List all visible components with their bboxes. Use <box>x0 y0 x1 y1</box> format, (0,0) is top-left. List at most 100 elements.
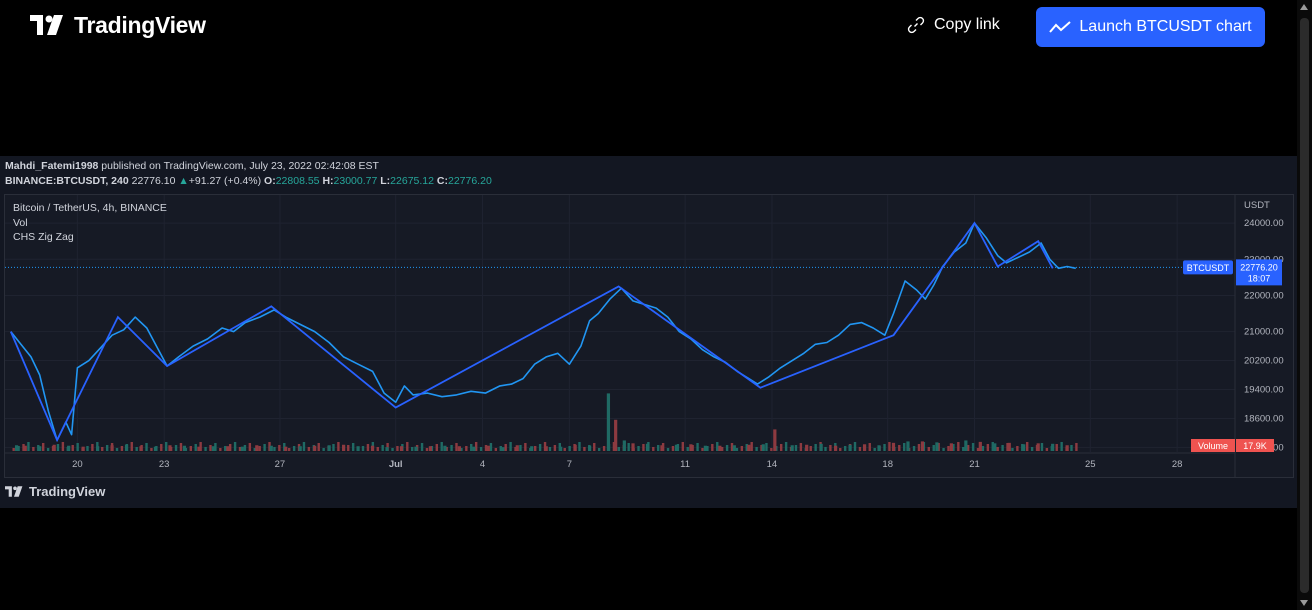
volume-bar-down <box>862 444 867 451</box>
volume-bar <box>76 443 79 451</box>
volume-bar <box>470 444 473 451</box>
volume-bar <box>135 447 138 451</box>
volume-bar <box>91 444 94 451</box>
volume-bar <box>1055 444 1058 451</box>
volume-bar <box>317 443 320 451</box>
ohlc-info: BINANCE:BTCUSDT, 240 22776.10 ▲+91.27 (+… <box>5 175 492 187</box>
volume-bar <box>219 448 222 451</box>
volume-bar <box>130 442 133 451</box>
volume-bar <box>809 446 812 451</box>
volume-bar <box>288 448 291 451</box>
open-value: 22808.55 <box>275 175 320 187</box>
footer-tradingview-logo[interactable]: TradingView <box>5 484 105 499</box>
volume-bar <box>725 445 729 451</box>
volume-bar-down <box>110 445 114 451</box>
volume-bar-up <box>993 443 997 451</box>
volume-bar-up <box>385 447 389 451</box>
volume-bar <box>61 442 65 451</box>
copy-link-label: Copy link <box>934 16 1000 33</box>
volume-bar <box>686 447 689 451</box>
y-tick-label: 24000.00 <box>1244 218 1284 229</box>
volume-bar <box>750 442 753 451</box>
tradingview-logo-icon <box>5 485 23 497</box>
y-tick-label: 18600.00 <box>1244 413 1284 424</box>
volume-bar <box>593 443 596 451</box>
volume-bar-up <box>443 445 447 451</box>
volume-bar <box>538 444 542 451</box>
y-tick-label: 20200.00 <box>1244 356 1284 367</box>
volume-bar-down <box>573 444 577 451</box>
volume-bar-up <box>356 446 360 451</box>
change-up-icon: ▲ <box>178 175 189 187</box>
volume-bar-up <box>14 445 19 451</box>
volume-bar <box>504 444 507 451</box>
volume-bar-down <box>313 445 317 451</box>
volume-bar-up <box>877 445 881 451</box>
volume-bar-down <box>457 446 461 451</box>
copy-link-button[interactable]: Copy link <box>906 15 1000 35</box>
volume-bar <box>46 448 50 451</box>
volume-bar <box>971 443 975 451</box>
volume-bar <box>258 446 261 451</box>
volume-bar <box>563 448 566 451</box>
volume-bar <box>627 443 630 451</box>
volume-bar <box>784 442 788 451</box>
scroll-down-arrow-icon[interactable] <box>1300 600 1308 606</box>
volume-bar <box>780 444 783 451</box>
volume-bar <box>839 448 842 451</box>
volume-bar-down <box>1036 443 1040 451</box>
chart-legend: Bitcoin / TetherUS, 4h, BINANCE Vol CHS … <box>13 201 167 245</box>
volume-bar-down <box>660 445 664 451</box>
volume-bar <box>351 443 355 451</box>
volume-bar <box>71 445 74 451</box>
scrollbar-thumb[interactable] <box>1300 18 1309 593</box>
volume-bar-up <box>414 446 418 451</box>
volume-bar-up <box>761 444 765 451</box>
legend-zigzag: CHS Zig Zag <box>13 231 74 243</box>
volume-bar-down <box>399 446 404 451</box>
volume-bar <box>534 446 537 451</box>
volume-bar <box>666 448 670 451</box>
volume-bar-up <box>124 444 129 451</box>
tradingview-logo-icon <box>30 14 63 35</box>
launch-chart-button[interactable]: Launch BTCUSDT chart <box>1036 7 1265 47</box>
volume-bar-up <box>240 446 244 451</box>
volume-bar-down <box>168 445 172 451</box>
chart-widget: Mahdi_Fatemi1998 published on TradingVie… <box>0 156 1297 508</box>
x-tick-label: 20 <box>72 459 83 470</box>
volume-bar <box>986 444 990 451</box>
volume-bar <box>652 447 655 451</box>
volume-bar <box>209 445 212 451</box>
x-tick-label: 18 <box>882 459 893 470</box>
volume-bar-down <box>370 445 375 451</box>
volume-bar-up <box>96 446 100 451</box>
page-scrollbar[interactable] <box>1297 0 1312 610</box>
volume-bar-down <box>1065 445 1069 451</box>
chart-line-icon <box>1049 21 1072 33</box>
volume-bar-up <box>472 446 476 451</box>
volume-bar <box>548 447 552 451</box>
volume-bar <box>765 443 768 451</box>
author-name[interactable]: Mahdi_Fatemi1998 <box>5 160 98 172</box>
tradingview-logo[interactable]: TradingView <box>30 12 206 39</box>
x-tick-label: 11 <box>680 459 690 470</box>
volume-value-label: 17.9K <box>1243 441 1267 451</box>
volume-bar <box>829 445 832 451</box>
volume-bar <box>868 443 871 451</box>
volume-bar-down <box>255 445 259 451</box>
volume-bar <box>376 447 379 451</box>
scroll-up-arrow-icon[interactable] <box>1300 4 1308 10</box>
volume-bar <box>101 447 104 451</box>
volume-bar-up <box>153 446 158 451</box>
price-chart[interactable]: 24000.0023000.0022000.0021000.0020200.00… <box>5 195 1293 477</box>
chart-area[interactable]: 24000.0023000.0022000.0021000.0020200.00… <box>4 194 1294 478</box>
x-tick-label: 25 <box>1085 459 1096 470</box>
symbol-label: BINANCE:BTCUSDT, 240 <box>5 175 129 187</box>
volume-bar <box>224 446 227 451</box>
volume-bar <box>799 443 803 451</box>
volume-bar <box>814 444 817 451</box>
volume-bar <box>898 445 901 451</box>
volume-bar <box>509 442 512 451</box>
volume-bar <box>681 442 685 451</box>
volume-bar-down <box>486 445 490 451</box>
